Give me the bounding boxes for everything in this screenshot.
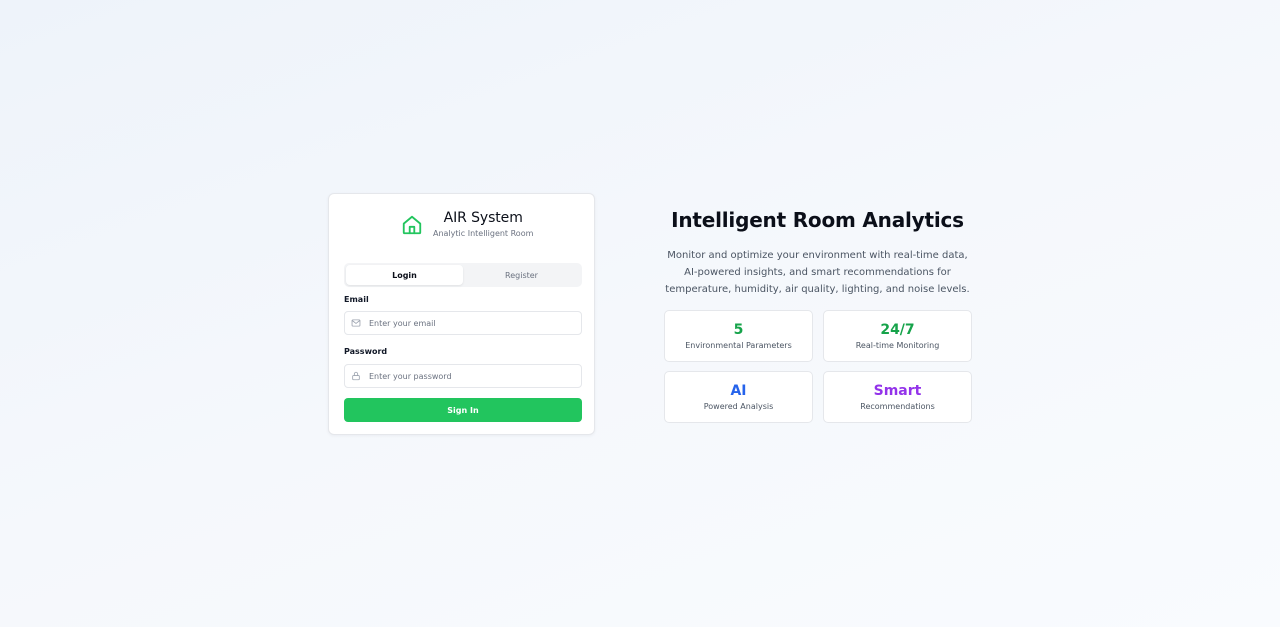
stats-grid: 5 Environmental Parameters 24/7 Real-tim… bbox=[664, 310, 972, 423]
stat-label: Real-time Monitoring bbox=[855, 341, 940, 350]
login-card: AIR System Analytic Intelligent Room Log… bbox=[328, 193, 595, 435]
email-field-wrapper bbox=[344, 311, 582, 335]
stat-card-analysis: AI Powered Analysis bbox=[664, 371, 813, 423]
tab-login[interactable]: Login bbox=[346, 265, 463, 285]
home-icon bbox=[401, 213, 423, 237]
mail-icon bbox=[351, 318, 361, 328]
email-label: Email bbox=[344, 295, 369, 304]
stat-card-recommendations: Smart Recommendations bbox=[823, 371, 972, 423]
stat-value: 5 bbox=[733, 322, 744, 338]
brand-text: AIR System Analytic Intelligent Room bbox=[433, 210, 533, 239]
hero-section: Intelligent Room Analytics Monitor and o… bbox=[663, 205, 972, 298]
password-field-wrapper bbox=[344, 364, 582, 388]
stat-value: AI bbox=[730, 383, 747, 399]
stat-card-monitoring: 24/7 Real-time Monitoring bbox=[823, 310, 972, 362]
stat-label: Recommendations bbox=[860, 402, 935, 411]
stat-label: Powered Analysis bbox=[703, 402, 774, 411]
hero-description: Monitor and optimize your environment wi… bbox=[665, 250, 970, 295]
hero-title: Intelligent Room Analytics bbox=[671, 208, 964, 232]
auth-tabs: Login Register bbox=[344, 263, 582, 287]
sign-in-button[interactable]: Sign In bbox=[344, 398, 582, 422]
app-title: AIR System bbox=[443, 210, 523, 226]
stat-label: Environmental Parameters bbox=[685, 341, 792, 350]
password-label: Password bbox=[344, 347, 388, 356]
tab-register[interactable]: Register bbox=[463, 265, 580, 285]
app-subtitle: Analytic Intelligent Room bbox=[433, 229, 534, 238]
password-input[interactable] bbox=[369, 371, 569, 381]
lock-icon bbox=[351, 371, 361, 381]
brand-header: AIR System Analytic Intelligent Room bbox=[401, 210, 533, 239]
email-input[interactable] bbox=[369, 318, 569, 328]
stat-card-parameters: 5 Environmental Parameters bbox=[664, 310, 813, 362]
stat-value: 24/7 bbox=[880, 322, 915, 338]
stat-value: Smart bbox=[873, 383, 922, 399]
